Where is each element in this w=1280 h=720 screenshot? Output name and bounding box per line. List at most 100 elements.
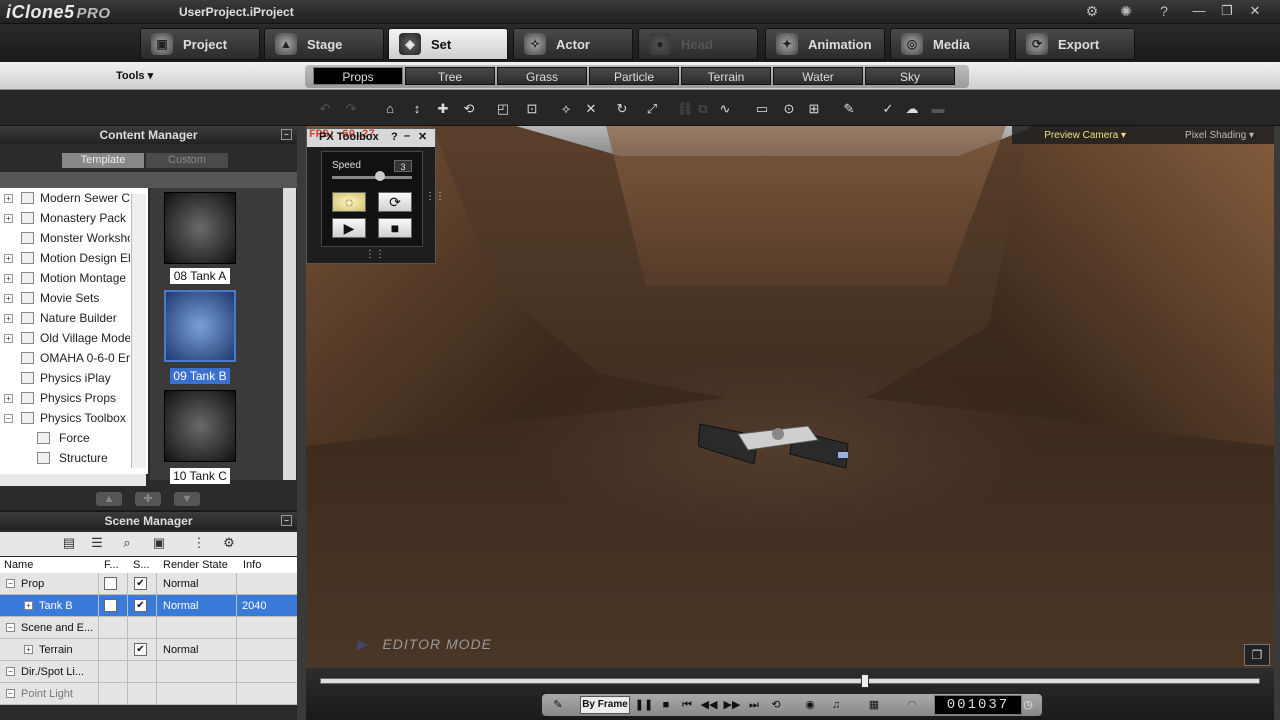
pick-icon[interactable]: ⟡ — [557, 100, 575, 118]
last-frame-icon[interactable]: ⏭ — [744, 696, 764, 714]
subtab-particle[interactable]: Particle — [589, 67, 679, 85]
help-icon[interactable]: ? — [1154, 3, 1174, 21]
check-icon[interactable]: ✓ — [879, 100, 897, 118]
path-icon[interactable]: ∿ — [716, 100, 734, 118]
expand-icon[interactable]: − — [6, 623, 15, 632]
subtab-sky[interactable]: Sky — [865, 67, 955, 85]
subtab-props[interactable]: Props — [313, 67, 403, 85]
scene-row[interactable]: − Point Light — [0, 683, 297, 705]
thumbnail-tank-b[interactable] — [164, 290, 236, 362]
grid-vertical-scrollbar[interactable] — [283, 188, 296, 480]
align-icon[interactable]: ✕ — [582, 100, 600, 118]
expand-icon[interactable]: + — [24, 601, 33, 610]
3d-viewport[interactable]: Preview Camera ▾ Pixel Shading ▾ ▶ EDITO… — [306, 126, 1274, 668]
collapse-icon[interactable]: – — [281, 129, 292, 140]
expand-icon[interactable]: + — [4, 294, 13, 303]
collapse-tree-icon[interactable]: − — [4, 414, 13, 423]
tab-custom[interactable]: Custom — [146, 153, 228, 168]
physics-icon[interactable]: ☁ — [903, 100, 921, 118]
extra-icon[interactable]: ▬ — [929, 100, 947, 118]
tab-template[interactable]: Template — [62, 153, 144, 168]
collapse-icon[interactable]: – — [281, 515, 292, 526]
render-state[interactable]: Normal — [163, 600, 198, 612]
rewind-icon[interactable]: ◀◀ — [699, 696, 719, 714]
tree-item[interactable]: Force — [0, 428, 130, 448]
tab-animation[interactable]: ✦ Animation — [765, 28, 885, 60]
tree-item[interactable]: + Movie Sets — [0, 288, 130, 308]
tab-media[interactable]: ◎ Media — [890, 28, 1010, 60]
light-view-icon[interactable]: ⊙ — [780, 100, 798, 118]
tree-horizontal-scrollbar[interactable] — [0, 474, 146, 486]
tree-item[interactable]: + Nature Builder — [0, 308, 130, 328]
sun-icon[interactable]: ✺ — [1116, 3, 1136, 21]
play-button[interactable]: ▶ — [332, 218, 366, 238]
scene-row[interactable]: − Scene and E... — [0, 617, 297, 639]
expand-icon[interactable]: + — [4, 274, 13, 283]
restore-button[interactable]: ❐ — [1214, 2, 1240, 20]
fit-icon[interactable]: ⤢ — [643, 100, 661, 118]
camera-switch-icon[interactable]: ◠ — [902, 696, 922, 714]
speed-slider-handle[interactable] — [375, 171, 385, 181]
tree-item[interactable]: − Physics Toolbox — [0, 408, 130, 428]
move-vertical-icon[interactable]: ↕ — [408, 100, 426, 118]
expand-icon[interactable]: + — [4, 194, 13, 203]
render-state[interactable]: Normal — [163, 578, 198, 590]
expand-icon[interactable]: + — [4, 334, 13, 343]
expand-icon[interactable]: + — [4, 314, 13, 323]
subtab-terrain[interactable]: Terrain — [681, 67, 771, 85]
tab-actor[interactable]: ✧ Actor — [513, 28, 633, 60]
snap-icon[interactable]: ⊡ — [523, 100, 541, 118]
freeze-checkbox[interactable] — [104, 599, 117, 612]
timeline-scrubber-track[interactable] — [320, 678, 1260, 684]
forward-icon[interactable]: ▶▶ — [722, 696, 742, 714]
show-checkbox[interactable]: ✔ — [134, 577, 147, 590]
tree-vertical-scrollbar[interactable] — [131, 194, 146, 468]
tree-item[interactable]: Structure — [0, 448, 130, 468]
filter-icon[interactable]: ▤ — [60, 535, 78, 551]
thumbnail-tank-c[interactable] — [164, 390, 236, 462]
down-icon[interactable]: ▼ — [174, 492, 200, 506]
brush-icon[interactable]: ✎ — [840, 100, 858, 118]
expand-icon[interactable]: + — [4, 254, 13, 263]
minimize-button[interactable]: — — [1186, 2, 1212, 20]
frame-icon[interactable]: ⊞ — [805, 100, 823, 118]
by-frame-toggle[interactable]: By Frame — [580, 696, 630, 714]
reset-icon[interactable]: ↻ — [613, 100, 631, 118]
maximize-viewport-icon[interactable]: ❐ — [1244, 644, 1270, 666]
tree-item[interactable]: + Motion Montage — [0, 268, 130, 288]
undo-icon[interactable]: ↶ — [316, 100, 334, 118]
thumbnail-tank-a[interactable] — [164, 192, 236, 264]
resize-grip-icon[interactable]: ⋮⋮ — [365, 249, 385, 260]
scale-icon[interactable]: ◰ — [494, 100, 512, 118]
render-state[interactable]: Normal — [163, 644, 198, 656]
tree-item[interactable]: + Motion Design El — [0, 248, 130, 268]
scene-row[interactable]: + Terrain ✔ Normal — [0, 639, 297, 661]
tree-item[interactable]: Monster Worksho — [0, 228, 130, 248]
simulate-button[interactable]: ◌ — [332, 192, 366, 212]
speed-slider[interactable] — [332, 176, 412, 179]
pause-icon[interactable]: ❚❚ — [634, 696, 654, 714]
expand-icon[interactable]: + — [4, 214, 13, 223]
drag-grip-icon[interactable]: ⋮⋮ — [425, 191, 445, 202]
close-button[interactable]: ✕ — [1242, 2, 1268, 20]
move-icon[interactable]: ✚ — [434, 100, 452, 118]
tank-b-model[interactable] — [698, 416, 858, 476]
show-checkbox[interactable]: ✔ — [134, 643, 147, 656]
redo-icon[interactable]: ↷ — [342, 100, 360, 118]
expand-icon[interactable]: − — [6, 579, 15, 588]
expand-icon[interactable]: + — [24, 645, 33, 654]
tree-item[interactable]: + Old Village Mode — [0, 328, 130, 348]
camera-selector[interactable]: Preview Camera ▾ — [1044, 130, 1126, 141]
link-icon[interactable]: ⛓ — [676, 100, 694, 118]
tree-item[interactable]: + Modern Sewer Co — [0, 188, 130, 208]
loop-icon[interactable]: ⟲ — [766, 696, 786, 714]
settings-gear-icon[interactable]: ⚙ — [1082, 3, 1102, 21]
stop-button[interactable]: ■ — [378, 218, 412, 238]
minimize-icon[interactable]: – — [404, 130, 410, 142]
view-icon[interactable]: ▣ — [150, 535, 168, 551]
scene-row[interactable]: − Dir./Spot Li... — [0, 661, 297, 683]
tree-item[interactable]: Physics iPlay — [0, 368, 130, 388]
tree-item[interactable]: OMAHA 0-6-0 En — [0, 348, 130, 368]
shading-selector[interactable]: Pixel Shading ▾ — [1185, 130, 1254, 141]
timeline-icon[interactable]: ▦ — [864, 696, 884, 714]
